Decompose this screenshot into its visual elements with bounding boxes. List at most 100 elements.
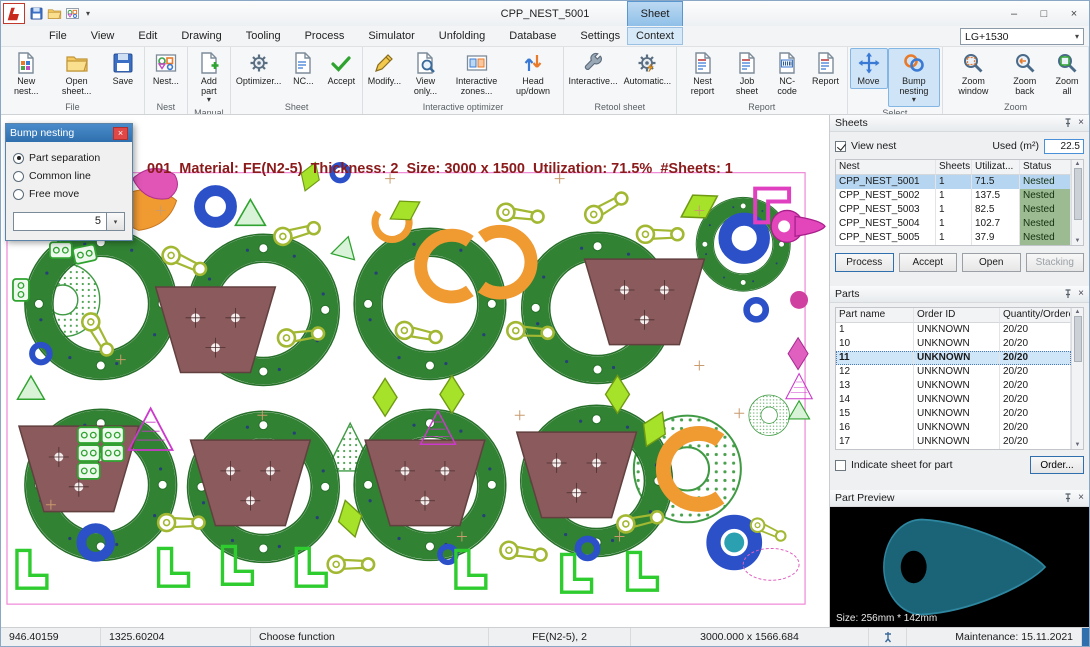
bump-step-spinner[interactable]: ▾ [107,212,125,231]
close-button[interactable]: × [1059,1,1089,26]
application-window: ▾ CPP_NEST_5001 Sheet – □ × File View Ed… [0,0,1090,647]
parts-table-row[interactable]: 1UNKNOWN20/20 [836,323,1071,337]
menu-item-drawing[interactable]: Drawing [169,28,233,44]
open-sheet-button[interactable]: Open sheet... [49,48,104,99]
status-bar: 946.40159 1325.60204 Choose function FE(… [1,627,1089,646]
menu-item-database[interactable]: Database [497,28,568,44]
quick-nest-icon[interactable] [65,6,80,21]
parts-scrollbar[interactable]: ▲ ▼ [1071,308,1083,449]
pin-icon[interactable] [1063,118,1073,128]
optimizer-button[interactable]: Optimizer... [233,48,285,89]
view-only-button[interactable]: View only... [403,48,447,99]
radio-free-move[interactable]: Free move [13,185,125,203]
preview-close-icon[interactable]: × [1078,493,1084,503]
radio-common-line[interactable]: Common line [13,167,125,185]
accept-button-ribbon[interactable]: Accept [322,48,360,89]
parts-table-row[interactable]: 15UNKNOWN20/20 [836,407,1071,421]
machine-selector-value: LG+1530 [965,31,1009,43]
view-nest-checkbox[interactable] [835,141,846,152]
parts-table-row-selected[interactable]: 11UNKNOWN20/20 [836,351,1071,365]
sheets-table-row[interactable]: CPP_NEST_5002 1 137.5 Nested [836,189,1071,203]
quick-access-caret-icon[interactable]: ▾ [83,9,93,18]
quick-save-icon[interactable] [29,6,44,21]
parts-table-row[interactable]: 13UNKNOWN20/20 [836,379,1071,393]
menu-item-edit[interactable]: Edit [126,28,169,44]
zoom-back-button[interactable]: Zoom back [1002,48,1048,99]
part-preview-title: Part Preview [835,492,895,504]
parts-table-header: Part name Order ID Quantity/Ordered [836,308,1071,323]
new-nest-button[interactable]: New nest... [3,48,49,99]
scrollbar-thumb[interactable] [1074,316,1082,362]
sheets-table-row[interactable]: CPP_NEST_5005 1 37.9 Nested [836,231,1071,245]
save-button[interactable]: Save [104,48,142,89]
report-button[interactable]: Report [807,48,845,89]
machine-selector[interactable]: LG+1530 ▾ [960,28,1084,45]
menu-item-file[interactable]: File [37,28,79,44]
sheets-close-icon[interactable]: × [1078,118,1084,128]
menu-item-unfolding[interactable]: Unfolding [427,28,497,44]
parts-table-row[interactable]: 14UNKNOWN20/20 [836,393,1071,407]
scroll-up-icon[interactable]: ▲ [1075,308,1081,316]
quick-open-icon[interactable] [47,6,62,21]
nc-code-button[interactable]: NC-code [768,48,807,99]
part-size-label: Size: 256mm * 142mm [836,613,937,624]
open-button[interactable]: Open [962,253,1021,272]
minimize-button[interactable]: – [999,1,1029,26]
indicate-sheet-checkbox[interactable] [835,460,846,471]
sheet-context-tab[interactable]: Sheet [627,1,683,26]
parts-table-row[interactable]: 16UNKNOWN20/20 [836,421,1071,435]
interactive-zones-button[interactable]: Interactive zones... [448,48,506,99]
move-button[interactable]: Move [850,48,888,89]
zoom-window-icon [961,51,985,75]
menu-item-tooling[interactable]: Tooling [234,28,293,44]
retool-interactive-button[interactable]: Interactive... [566,48,621,89]
used-value-field[interactable]: 22.5 [1044,139,1084,154]
sheets-panel-title: Sheets [835,117,868,129]
parts-table-row[interactable]: 12UNKNOWN20/20 [836,365,1071,379]
head-updown-button[interactable]: Head up/down [506,48,561,99]
radio-part-separation[interactable]: Part separation [13,149,125,167]
zones-icon [465,51,489,75]
parts-close-icon[interactable]: × [1078,289,1084,299]
bump-step-input[interactable]: 5 [13,212,107,231]
zoom-window-button[interactable]: Zoom window [945,48,1001,99]
dialog-close-button[interactable]: × [113,127,128,140]
material-info: FE(N2-5), 2 [489,628,631,646]
menu-item-context[interactable]: Context [627,27,683,45]
sheets-scrollbar[interactable]: ▲ ▼ [1071,160,1083,245]
retool-automatic-button[interactable]: Automatic... [621,48,675,89]
process-button[interactable]: Process [835,253,894,272]
maximize-button[interactable]: □ [1029,1,1059,26]
parts-table-row[interactable]: 17UNKNOWN20/20 [836,435,1071,449]
sheets-table-row[interactable]: CPP_NEST_5003 1 82.5 Nested [836,203,1071,217]
job-sheet-button[interactable]: Job sheet [726,48,768,99]
menu-item-view[interactable]: View [79,28,127,44]
sheets-table-row[interactable]: CPP_NEST_5004 1 102.7 Nested [836,217,1071,231]
nest-report-button[interactable]: Nest report [679,48,726,99]
menu-item-settings[interactable]: Settings [568,28,632,44]
parts-table-row[interactable]: 10UNKNOWN20/20 [836,337,1071,351]
nest-button[interactable]: Nest... [147,48,185,89]
part-preview-canvas[interactable]: Size: 256mm * 142mm [830,507,1089,627]
window-controls: – □ × [999,1,1089,26]
zoom-all-button[interactable]: Zoom all [1048,48,1086,99]
open-folder-icon [65,51,89,75]
scroll-up-icon[interactable]: ▲ [1075,160,1081,168]
menu-item-process[interactable]: Process [293,28,357,44]
scroll-down-icon[interactable]: ▼ [1075,441,1081,449]
sheets-table-row[interactable]: CPP_NEST_5001 1 71.5 Nested [836,175,1071,189]
modify-button[interactable]: Modify... [365,48,403,89]
bump-nesting-button[interactable]: Bump nesting▾ [888,48,941,107]
pin-icon[interactable] [1063,289,1073,299]
add-part-button[interactable]: Add part▾ [190,48,228,107]
scroll-down-icon[interactable]: ▼ [1075,237,1081,245]
pin-icon[interactable] [1063,493,1073,503]
menu-item-simulator[interactable]: Simulator [356,28,426,44]
scrollbar-thumb[interactable] [1074,168,1082,220]
bump-dialog-titlebar[interactable]: Bump nesting × [6,124,132,142]
order-button[interactable]: Order... [1030,456,1084,474]
status-badge: Nested [1020,175,1071,189]
bump-dialog-body: Part separation Common line Free move 5 … [6,142,132,240]
accept-button[interactable]: Accept [899,253,958,272]
nc-button[interactable]: NC... [284,48,322,89]
